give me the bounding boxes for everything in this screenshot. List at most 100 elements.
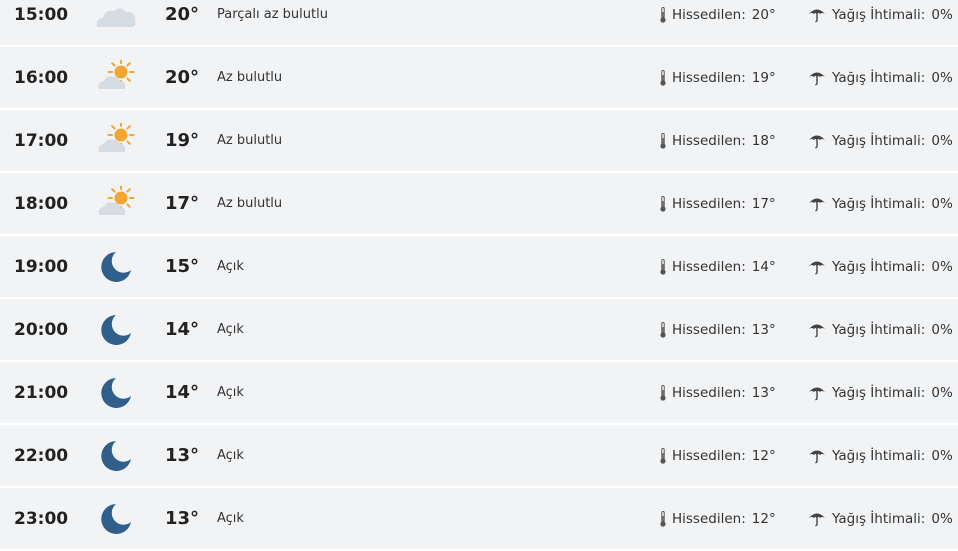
umbrella-icon bbox=[809, 324, 825, 337]
hour-time: 18:00 bbox=[14, 193, 69, 214]
rain-chance-label: Yağış İhtimali: bbox=[832, 195, 926, 212]
condition-description: Az bulutlu bbox=[217, 196, 283, 211]
feels-like: Hissedilen: 18° bbox=[660, 110, 776, 171]
temperature: 19° bbox=[165, 130, 200, 151]
condition-description: Açık bbox=[217, 448, 244, 463]
umbrella-icon bbox=[809, 261, 825, 274]
feels-like-value: 13° bbox=[751, 384, 776, 401]
condition-description: Az bulutlu bbox=[217, 70, 283, 85]
moon-icon bbox=[101, 440, 131, 471]
weather-icon bbox=[92, 425, 140, 486]
feels-like-value: 17° bbox=[751, 195, 776, 212]
rain-chance-value: 0% bbox=[931, 132, 953, 149]
rain-chance-value: 0% bbox=[931, 510, 953, 527]
rain-chance: Yağış İhtimali: 0% bbox=[808, 47, 953, 108]
temperature: 17° bbox=[165, 193, 200, 214]
moon-icon bbox=[101, 503, 131, 534]
rain-chance-value: 0% bbox=[931, 321, 953, 338]
hour-time: 20:00 bbox=[14, 319, 69, 340]
rain-chance-label: Yağış İhtimali: bbox=[832, 384, 926, 401]
umbrella-icon bbox=[809, 198, 825, 211]
hourly-forecast-row: 23:00 13° Açık Hissedilen: 12° Yağış İht… bbox=[0, 488, 958, 551]
sun-cloud-icon bbox=[98, 185, 135, 215]
condition-description: Parçalı az bulutlu bbox=[217, 7, 328, 22]
hour-time: 22:00 bbox=[14, 445, 69, 466]
rain-chance: Yağış İhtimali: 0% bbox=[808, 0, 953, 45]
rain-chance-label: Yağış İhtimali: bbox=[832, 6, 926, 23]
hourly-forecast-row: 22:00 13° Açık Hissedilen: 12° Yağış İht… bbox=[0, 425, 958, 488]
feels-like: Hissedilen: 14° bbox=[660, 236, 776, 297]
hourly-forecast-row: 18:00 17° Az bulutlu Hissedilen: 17° Yağ… bbox=[0, 173, 958, 236]
feels-like: Hissedilen: 12° bbox=[660, 425, 776, 486]
sun-cloud-icon bbox=[98, 122, 135, 152]
thermometer-icon bbox=[660, 69, 666, 86]
thermometer-icon bbox=[660, 6, 666, 23]
weather-icon bbox=[92, 236, 140, 297]
rain-chance-value: 0% bbox=[931, 195, 953, 212]
feels-like-label: Hissedilen: bbox=[672, 69, 746, 86]
weather-icon bbox=[92, 488, 140, 549]
weather-icon bbox=[92, 362, 140, 423]
partly-cloudy-icon bbox=[96, 7, 136, 27]
thermometer-icon bbox=[660, 321, 666, 338]
sun-cloud-icon bbox=[98, 59, 135, 89]
rain-chance-value: 0% bbox=[931, 6, 953, 23]
feels-like-label: Hissedilen: bbox=[672, 258, 746, 275]
hourly-forecast-row: 15:00 20° Parçalı az bulutlu Hissedilen:… bbox=[0, 0, 958, 47]
thermometer-icon bbox=[660, 258, 666, 275]
rain-chance-label: Yağış İhtimali: bbox=[832, 447, 926, 464]
temperature: 14° bbox=[165, 319, 200, 340]
feels-like-value: 13° bbox=[751, 321, 776, 338]
feels-like: Hissedilen: 13° bbox=[660, 299, 776, 360]
temperature: 20° bbox=[165, 67, 200, 88]
condition-description: Açık bbox=[217, 259, 244, 274]
hourly-forecast-row: 19:00 15° Açık Hissedilen: 14° Yağış İht… bbox=[0, 236, 958, 299]
hour-time: 17:00 bbox=[14, 130, 69, 151]
rain-chance: Yağış İhtimali: 0% bbox=[808, 299, 953, 360]
rain-chance-value: 0% bbox=[931, 447, 953, 464]
rain-chance-label: Yağış İhtimali: bbox=[832, 510, 926, 527]
rain-chance-value: 0% bbox=[931, 69, 953, 86]
hourly-forecast-row: 20:00 14° Açık Hissedilen: 13° Yağış İht… bbox=[0, 299, 958, 362]
weather-icon bbox=[92, 0, 140, 45]
moon-icon bbox=[101, 251, 131, 282]
feels-like-label: Hissedilen: bbox=[672, 6, 746, 23]
umbrella-icon bbox=[809, 513, 825, 526]
hourly-forecast-row: 16:00 20° Az bulutlu Hissedilen: 19° Yağ… bbox=[0, 47, 958, 110]
hourly-forecast-list: 15:00 20° Parçalı az bulutlu Hissedilen:… bbox=[0, 0, 958, 551]
moon-icon bbox=[101, 377, 131, 408]
umbrella-icon bbox=[809, 450, 825, 463]
feels-like-label: Hissedilen: bbox=[672, 195, 746, 212]
temperature: 13° bbox=[165, 445, 200, 466]
rain-chance: Yağış İhtimali: 0% bbox=[808, 488, 953, 549]
condition-description: Açık bbox=[217, 385, 244, 400]
rain-chance: Yağış İhtimali: 0% bbox=[808, 425, 953, 486]
rain-chance: Yağış İhtimali: 0% bbox=[808, 110, 953, 171]
feels-like-value: 12° bbox=[751, 510, 776, 527]
feels-like-label: Hissedilen: bbox=[672, 321, 746, 338]
weather-icon bbox=[92, 173, 140, 234]
weather-icon bbox=[92, 110, 140, 171]
hour-time: 23:00 bbox=[14, 508, 69, 529]
feels-like-label: Hissedilen: bbox=[672, 132, 746, 149]
thermometer-icon bbox=[660, 132, 666, 149]
temperature: 15° bbox=[165, 256, 200, 277]
condition-description: Açık bbox=[217, 511, 244, 526]
umbrella-icon bbox=[809, 135, 825, 148]
weather-icon bbox=[92, 47, 140, 108]
feels-like-value: 12° bbox=[751, 447, 776, 464]
weather-icon bbox=[92, 299, 140, 360]
hour-time: 15:00 bbox=[14, 4, 69, 25]
rain-chance: Yağış İhtimali: 0% bbox=[808, 362, 953, 423]
hour-time: 21:00 bbox=[14, 382, 69, 403]
temperature: 20° bbox=[165, 4, 200, 25]
rain-chance-label: Yağış İhtimali: bbox=[832, 69, 926, 86]
temperature: 14° bbox=[165, 382, 200, 403]
thermometer-icon bbox=[660, 447, 666, 464]
rain-chance: Yağış İhtimali: 0% bbox=[808, 236, 953, 297]
hourly-forecast-row: 21:00 14° Açık Hissedilen: 13° Yağış İht… bbox=[0, 362, 958, 425]
thermometer-icon bbox=[660, 195, 666, 212]
feels-like-value: 20° bbox=[751, 6, 776, 23]
hour-time: 19:00 bbox=[14, 256, 69, 277]
thermometer-icon bbox=[660, 384, 666, 401]
